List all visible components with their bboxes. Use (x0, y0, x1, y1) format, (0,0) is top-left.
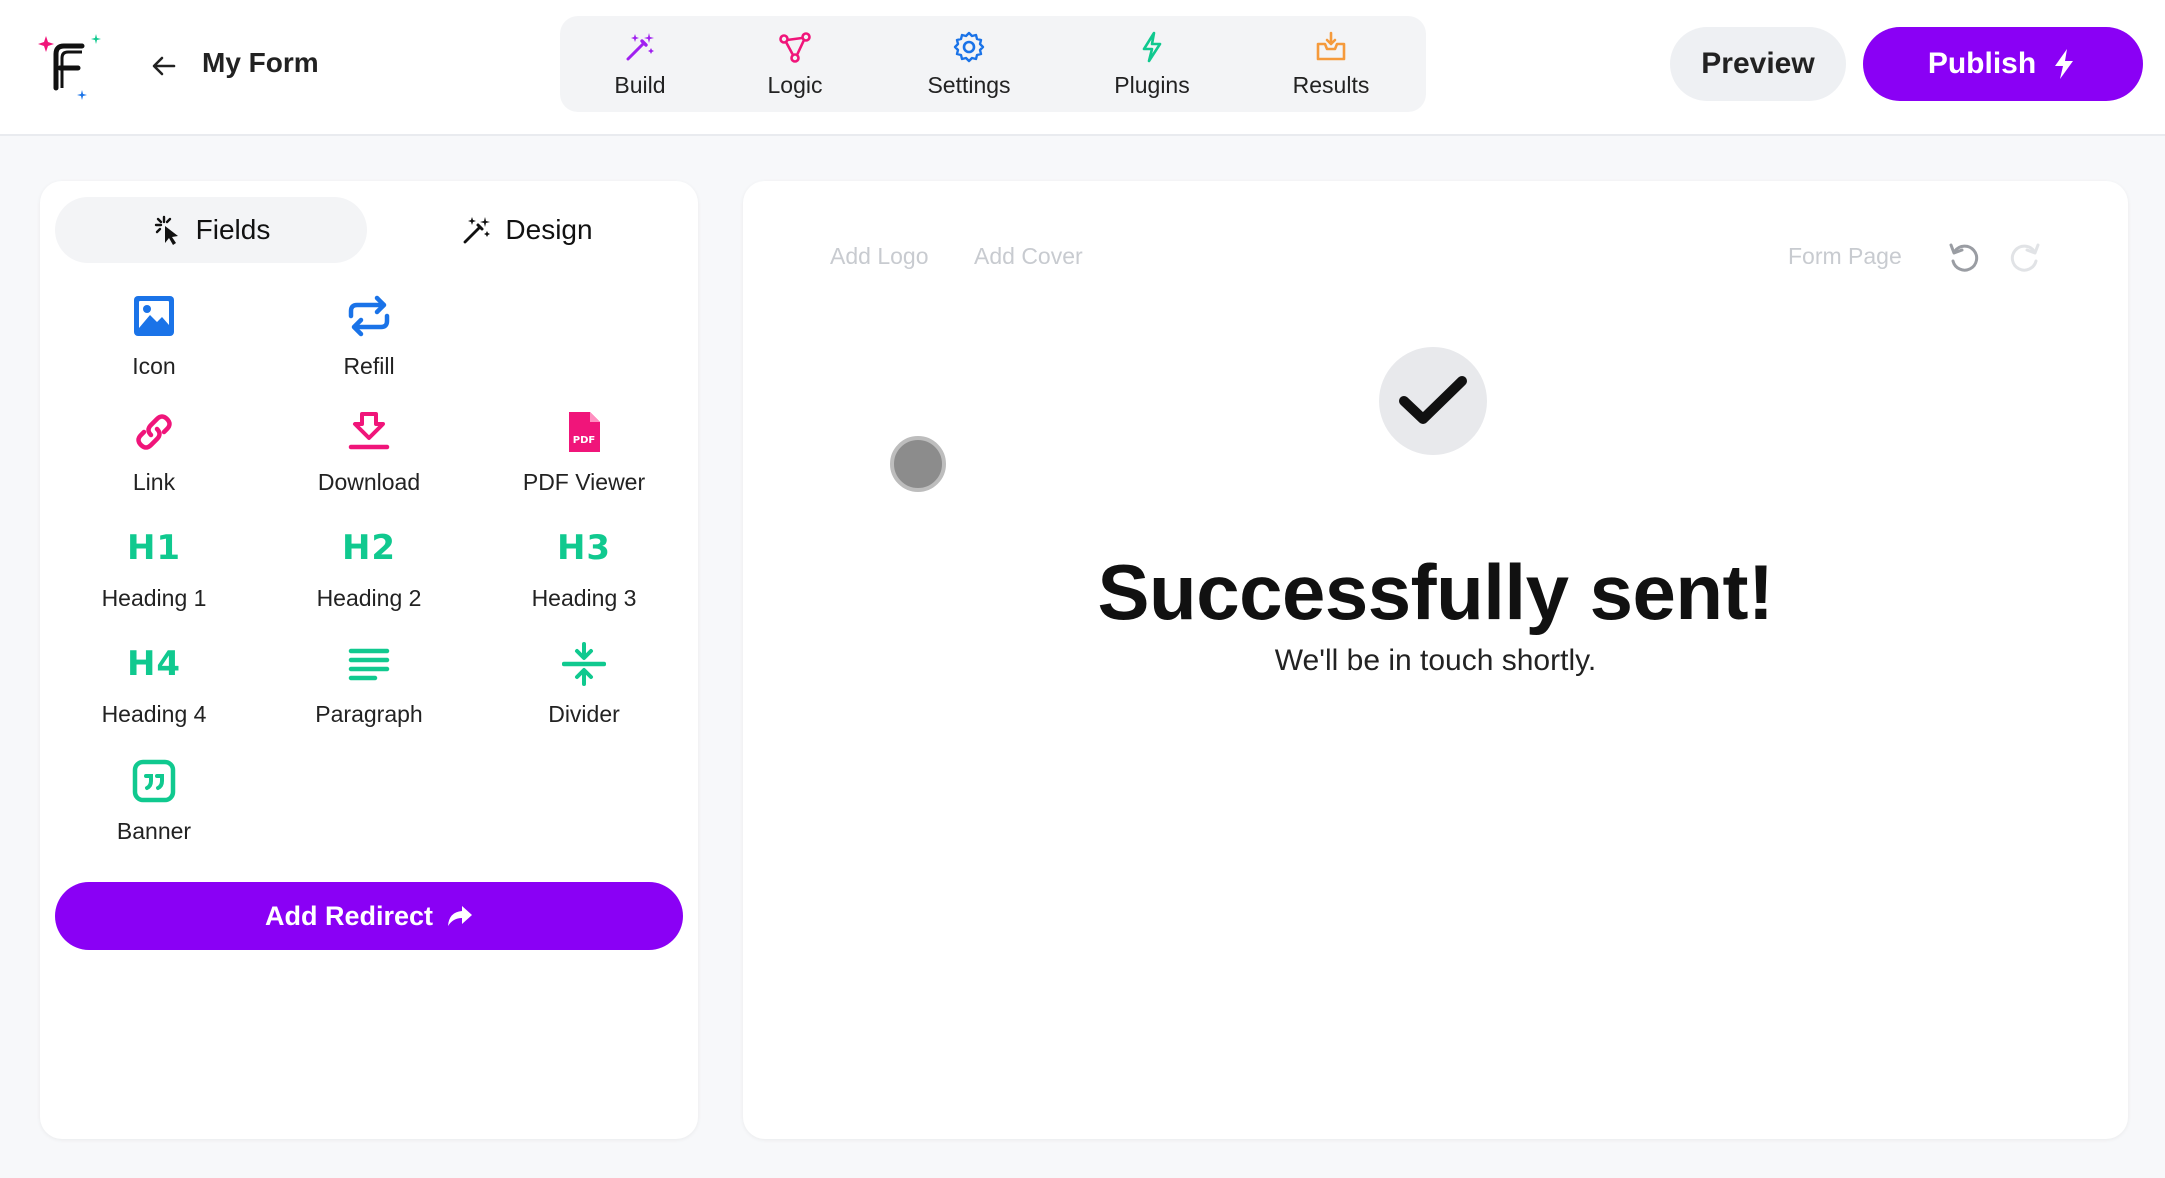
share-arrow-icon (448, 906, 473, 926)
redo-icon[interactable] (2008, 241, 2042, 275)
add-redirect-label: Add Redirect (264, 900, 434, 931)
add-redirect-button[interactable]: Add Redirect (55, 882, 683, 950)
inbox-icon (1316, 31, 1346, 60)
magic-wand-icon (626, 32, 654, 60)
nav-plugins[interactable]: Plugins (1077, 16, 1227, 112)
nav-build[interactable]: Build (565, 16, 715, 112)
field-banner[interactable]: Banner (54, 756, 254, 856)
add-logo-link[interactable]: Add Logo (830, 243, 928, 270)
field-label: Heading 1 (101, 585, 207, 611)
field-label: Paragraph (315, 701, 423, 727)
form-page-link[interactable]: Form Page (1788, 243, 1902, 270)
tab-fields[interactable]: Fields (55, 197, 367, 263)
quote-banner-icon (132, 759, 176, 803)
nav-plugins-label: Plugins (1114, 71, 1190, 98)
field-label: Divider (548, 701, 620, 727)
checkmark-icon (1399, 376, 1467, 424)
field-icon[interactable]: Icon (54, 291, 254, 391)
field-download[interactable]: Download (269, 407, 469, 507)
logic-nodes-icon (779, 31, 811, 63)
field-pdf-viewer[interactable]: PDF PDF Viewer (484, 407, 684, 507)
field-label: Icon (132, 353, 176, 379)
success-subtitle[interactable]: We'll be in touch shortly. (743, 644, 2128, 678)
nav-build-label: Build (614, 71, 666, 98)
field-label: Banner (116, 818, 192, 844)
field-label: Heading 3 (531, 585, 637, 611)
magic-wand-icon (464, 217, 491, 244)
heading-2-icon: H2 (341, 528, 397, 568)
link-icon (136, 414, 172, 450)
paragraph-icon (348, 648, 390, 681)
image-icon (134, 296, 174, 336)
nav-logic[interactable]: Logic (720, 16, 870, 112)
field-label: Refill (343, 353, 395, 379)
field-heading-3[interactable]: H3 Heading 3 (484, 523, 684, 623)
nav-results-label: Results (1292, 71, 1370, 98)
svg-text:PDF: PDF (573, 435, 595, 446)
cursor-click-icon (154, 215, 178, 245)
add-cover-link[interactable]: Add Cover (974, 243, 1083, 270)
divider-icon (562, 642, 606, 686)
form-name[interactable]: My Form (202, 47, 319, 79)
field-link[interactable]: Link (54, 407, 254, 507)
field-label: Heading 2 (316, 585, 422, 611)
field-label: Download (317, 469, 421, 495)
field-label: Heading 4 (101, 701, 207, 727)
tab-design-label: Design (505, 214, 593, 245)
heading-3-icon: H3 (556, 528, 612, 568)
nav-settings[interactable]: Settings (894, 16, 1044, 112)
app-logo[interactable] (36, 30, 108, 102)
heading-1-icon: H1 (126, 528, 182, 568)
field-divider[interactable]: Divider (484, 639, 684, 739)
form-canvas: Add Logo Add Cover Form Page Successfull… (743, 181, 2128, 1139)
lightning-icon (1142, 31, 1162, 62)
nav-results[interactable]: Results (1256, 16, 1406, 112)
fields-panel: Fields Design Icon Refill Link Download … (40, 181, 698, 1139)
tab-design[interactable]: Design (371, 197, 683, 263)
field-heading-2[interactable]: H2 Heading 2 (269, 523, 469, 623)
mouse-cursor-indicator (890, 436, 946, 492)
nav-logic-label: Logic (767, 71, 823, 98)
field-paragraph[interactable]: Paragraph (269, 639, 469, 739)
gear-icon (953, 31, 985, 62)
field-heading-4[interactable]: H4 Heading 4 (54, 639, 254, 739)
preview-button[interactable]: Preview (1670, 27, 1846, 101)
publish-button[interactable]: Publish (1863, 27, 2143, 101)
undo-icon[interactable] (1947, 241, 1981, 275)
pdf-icon: PDF (569, 412, 600, 452)
field-label: Link (132, 469, 176, 495)
repeat-icon (348, 295, 390, 337)
success-title[interactable]: Successfully sent! (743, 547, 2128, 638)
publish-label: Publish (1927, 47, 2037, 80)
nav-settings-label: Settings (927, 71, 1011, 98)
tab-fields-label: Fields (195, 214, 271, 245)
heading-4-icon: H4 (126, 644, 182, 684)
field-refill[interactable]: Refill (269, 291, 469, 391)
success-check-badge (1379, 347, 1487, 455)
back-arrow-icon[interactable] (148, 50, 180, 82)
field-label: PDF Viewer (522, 469, 646, 495)
download-icon (348, 412, 390, 450)
field-heading-1[interactable]: H1 Heading 1 (54, 523, 254, 623)
lightning-icon (2055, 49, 2074, 79)
